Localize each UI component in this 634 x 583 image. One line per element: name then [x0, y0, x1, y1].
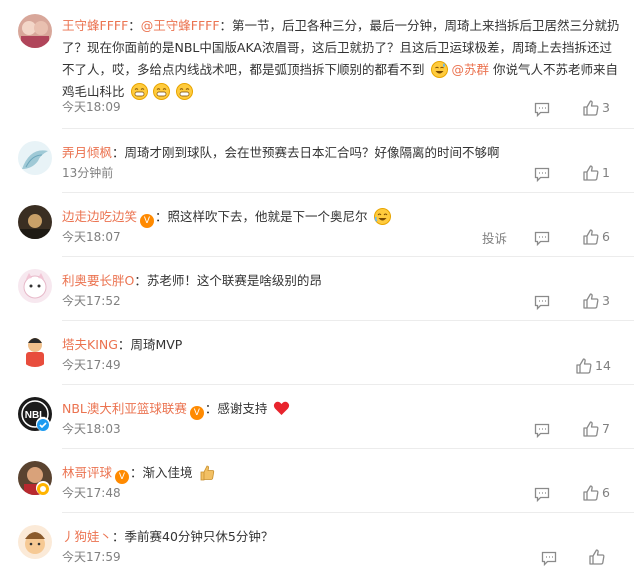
like-count: 6: [602, 229, 610, 244]
comment-body: 周琦才刚到球队，会在世预赛去日本汇合吗？好像隔离的时间不够啊: [124, 145, 500, 160]
sweat-laugh-emoji: [430, 61, 448, 78]
thumbs-up-icon: [583, 165, 599, 181]
comment-icon[interactable]: [533, 229, 551, 247]
comment-text: 丿狗娃丶：季前赛40分钟只休5分钟？: [62, 529, 274, 544]
separator: [62, 256, 634, 257]
comment-text: NBL澳大利亚篮球联赛 V ：感谢支持: [62, 398, 622, 420]
avatar[interactable]: [18, 333, 52, 367]
thumbs-up-icon: [583, 293, 599, 309]
like-count: 14: [595, 358, 611, 373]
vip-badge: V: [189, 406, 204, 420]
thumbs-up-icon: [576, 358, 592, 374]
vip-badge: V: [140, 214, 155, 228]
username[interactable]: 利奥要长胖O: [62, 273, 134, 288]
comment-text: 塔夫KING：周琦MVP: [62, 337, 183, 352]
avatar[interactable]: [18, 14, 52, 48]
thumbs-up-icon: [583, 229, 599, 245]
comment-time: 今天17:52: [62, 294, 121, 308]
avatar[interactable]: [18, 205, 52, 239]
username[interactable]: 塔夫KING: [62, 337, 118, 352]
comment-icon[interactable]: [533, 421, 551, 439]
vip-badge: V: [115, 470, 130, 484]
comment-body: 感谢支持: [217, 401, 268, 416]
separator: [62, 320, 634, 321]
thumbs-up-icon: [583, 485, 599, 501]
comment-text: 边走边吃边笑 V ：照这样吹下去，他就是下一个奥尼尔: [62, 206, 622, 228]
thumbs-up-icon: [583, 100, 599, 116]
comment-icon[interactable]: [533, 485, 551, 503]
like-count: 7: [602, 421, 610, 436]
username[interactable]: 林哥评球: [62, 465, 112, 480]
comment-icon[interactable]: [533, 293, 551, 311]
username[interactable]: 弄月倾枫: [62, 145, 112, 160]
avatar[interactable]: [18, 141, 52, 175]
separator: [62, 448, 634, 449]
comment-time: 今天17:48: [62, 486, 121, 500]
comment-text: 利奥要长胖O：苏老师！这个联赛是啥级别的昂: [62, 273, 322, 288]
grin-emoji: [176, 83, 194, 100]
thumbs-up-icon: [589, 549, 605, 565]
comment-time: 今天18:03: [62, 422, 121, 436]
separator: [62, 192, 634, 193]
separator: [62, 128, 634, 129]
like-count: 3: [602, 100, 610, 115]
separator: [62, 512, 634, 513]
like-count: 6: [602, 485, 610, 500]
mention-link[interactable]: @王守蜂FFFF: [141, 18, 220, 33]
username[interactable]: 丿狗娃丶: [62, 529, 112, 544]
comment-time: 13分钟前: [62, 166, 114, 180]
comment-time: 今天18:09: [62, 100, 121, 114]
comment-feed: 王守蜂FFFF：@王守蜂FFFF：第一节，后卫各种三分，最后一分钟，周琦上来挡拆…: [0, 0, 634, 583]
comment-time: 今天17:59: [62, 550, 121, 564]
separator: [62, 384, 634, 385]
badge-icon: [36, 481, 50, 495]
comment-time: 今天18:07: [62, 230, 121, 244]
grin-emoji: [153, 83, 171, 100]
comment-body: 渐入佳境: [142, 465, 193, 480]
comment-text: 林哥评球 V ：渐入佳境: [62, 462, 622, 484]
comment-body: 季前赛40分钟只休5分钟？: [124, 529, 274, 544]
like-count: 3: [602, 293, 610, 308]
comment-body: 周琦MVP: [130, 337, 183, 352]
comment-body: 苏老师！这个联赛是啥级别的昂: [146, 273, 322, 288]
comment-icon[interactable]: [540, 549, 558, 567]
username[interactable]: 边走边吃边笑: [62, 209, 137, 224]
avatar[interactable]: [18, 269, 52, 303]
comment-body: 照这样吹下去，他就是下一个奥尼尔: [167, 209, 368, 224]
comment-icon[interactable]: [533, 100, 551, 118]
mention-link[interactable]: @苏群: [451, 62, 489, 77]
like-count: 1: [602, 165, 610, 180]
comment-icon[interactable]: [533, 165, 551, 183]
comment-text: 弄月倾枫：周琦才刚到球队，会在世预赛去日本汇合吗？好像隔离的时间不够啊: [62, 145, 500, 160]
avatar[interactable]: [18, 525, 52, 559]
report-link[interactable]: 投诉: [482, 228, 507, 247]
grin-emoji: [130, 83, 148, 100]
verified-icon: [36, 417, 50, 431]
username[interactable]: NBL澳大利亚篮球联赛: [62, 401, 187, 416]
username[interactable]: 王守蜂FFFF: [62, 18, 128, 33]
thumbs-up-emoji: [199, 464, 216, 481]
heart-emoji: [273, 400, 290, 417]
thumbs-up-icon: [583, 421, 599, 437]
sweat-laugh-emoji: [373, 208, 391, 225]
comment-time: 今天17:49: [62, 358, 121, 372]
comment-text: 王守蜂FFFF：@王守蜂FFFF：第一节，后卫各种三分，最后一分钟，周琦上来挡拆…: [62, 18, 620, 100]
